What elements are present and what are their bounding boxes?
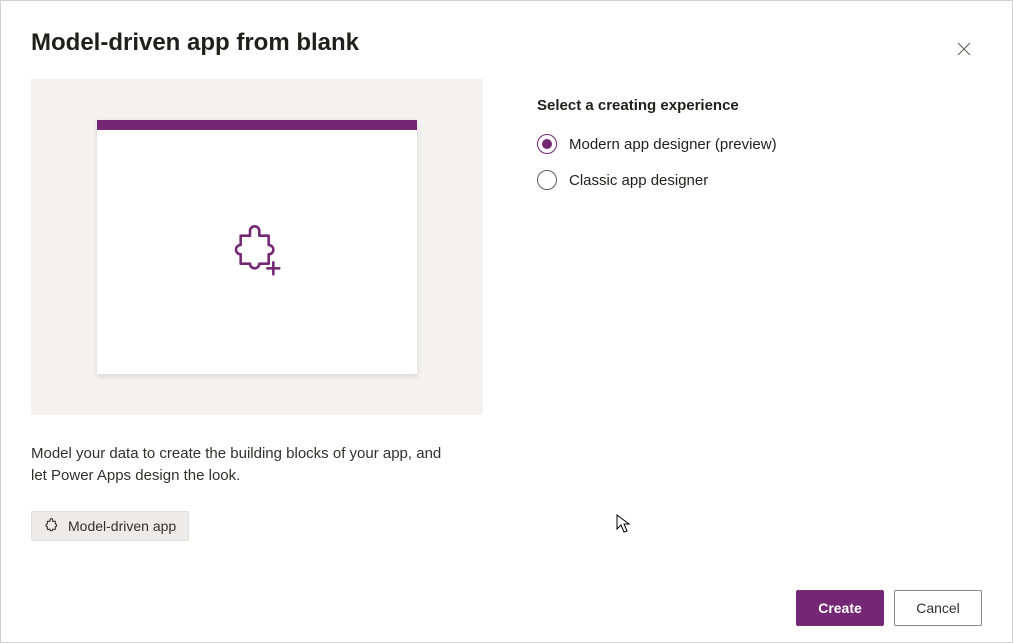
radio-indicator — [537, 134, 557, 154]
radio-label: Classic app designer — [569, 172, 708, 189]
content-row: Model your data to create the building b… — [31, 79, 982, 541]
radio-option-modern[interactable]: Modern app designer (preview) — [537, 134, 777, 154]
left-column: Model your data to create the building b… — [31, 79, 483, 541]
preview-card-body — [97, 130, 417, 374]
app-type-tag: Model-driven app — [31, 511, 189, 541]
radio-dot — [542, 139, 552, 149]
radio-label: Modern app designer (preview) — [569, 136, 777, 153]
radio-option-classic[interactable]: Classic app designer — [537, 170, 777, 190]
dialog-description: Model your data to create the building b… — [31, 443, 451, 487]
tag-row: Model-driven app — [31, 511, 483, 541]
radio-indicator — [537, 170, 557, 190]
right-column: Select a creating experience Modern app … — [537, 79, 777, 541]
cancel-button[interactable]: Cancel — [894, 590, 982, 626]
preview-card — [97, 120, 417, 374]
close-button[interactable] — [948, 33, 980, 65]
puzzle-plus-icon — [229, 224, 285, 280]
puzzle-icon — [44, 518, 60, 534]
dialog-footer: Create Cancel — [796, 590, 982, 626]
close-icon — [955, 40, 973, 58]
dialog-title: Model-driven app from blank — [31, 29, 982, 57]
tag-label: Model-driven app — [68, 518, 176, 534]
preview-panel — [31, 79, 483, 415]
experience-section-label: Select a creating experience — [537, 97, 777, 114]
preview-card-accent-bar — [97, 120, 417, 130]
dialog-container: Model-driven app from blank Model your d… — [1, 1, 1012, 642]
create-button[interactable]: Create — [796, 590, 884, 626]
